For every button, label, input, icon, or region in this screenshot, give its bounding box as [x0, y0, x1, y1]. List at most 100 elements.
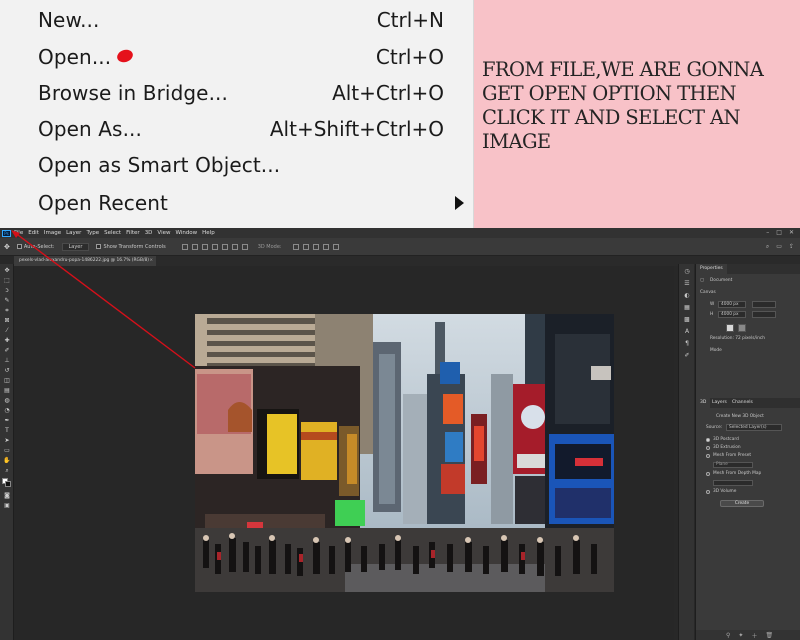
menu-item-open-as[interactable]: Open As... Alt+Shift+Ctrl+O [0, 111, 474, 147]
3d-scale-icon[interactable] [332, 243, 339, 250]
portrait-orientation-icon[interactable] [726, 324, 734, 332]
menu-item-open-as-smart-object[interactable]: Open as Smart Object... [0, 147, 474, 183]
hand-icon[interactable]: ✋ [3, 457, 11, 464]
adjustments-icon[interactable]: ◐ [683, 292, 691, 299]
brush-icon[interactable]: ✐ [3, 347, 11, 354]
light-icon[interactable]: ✦ [738, 632, 743, 639]
history-icon[interactable]: ◷ [683, 268, 691, 275]
close-tab-icon[interactable]: × [149, 256, 153, 266]
menu-select[interactable]: Select [104, 230, 121, 236]
canvas-image[interactable] [195, 314, 614, 592]
pen-icon[interactable]: ✒ [3, 417, 11, 424]
document-icon: ▢ [700, 278, 705, 283]
align-middle-icon[interactable] [221, 243, 228, 250]
eyedropper-icon[interactable]: ⁄ [3, 327, 11, 334]
tab-properties[interactable]: Properties [696, 264, 727, 274]
quick-select-icon[interactable]: ✎ [3, 297, 11, 304]
landscape-orientation-icon[interactable] [738, 324, 746, 332]
background-color-swatch[interactable] [5, 481, 11, 487]
search-icon[interactable]: ⌕ [766, 243, 769, 251]
radio-mesh-from-preset[interactable] [706, 454, 710, 458]
menu-edit[interactable]: Edit [28, 230, 39, 236]
menu-filter[interactable]: Filter [126, 230, 140, 236]
properties-icon[interactable]: ☰ [683, 280, 691, 287]
menu-window[interactable]: Window [175, 230, 197, 236]
menu-help[interactable]: Help [202, 230, 215, 236]
preset-dropdown[interactable]: Plane [713, 462, 753, 468]
maximize-icon[interactable]: □ [776, 229, 782, 236]
menu-item-open[interactable]: Open... Ctrl+O [0, 39, 474, 75]
close-icon[interactable]: ✕ [789, 229, 794, 236]
layer-dropdown[interactable]: Layer [61, 242, 90, 251]
create-button[interactable]: Create [720, 500, 764, 507]
3d-roll-icon[interactable] [302, 243, 309, 250]
menu-image[interactable]: Image [44, 230, 61, 236]
menu-layer[interactable]: Layer [66, 230, 81, 236]
lasso-icon[interactable]: ↄ [3, 287, 11, 294]
dodge-icon[interactable]: ◔ [3, 407, 11, 414]
blur-icon[interactable]: ◍ [3, 397, 11, 404]
menu-3d[interactable]: 3D [145, 230, 153, 236]
type-icon[interactable]: T [3, 427, 11, 434]
distribute-icon[interactable] [241, 243, 248, 250]
document-tab[interactable]: pexels-vlad-alexandru-popa-1486222.jpg @… [14, 256, 156, 266]
path-select-icon[interactable]: ➤ [3, 437, 11, 444]
menu-item-label: Open As... [38, 117, 142, 141]
source-dropdown[interactable]: Selected Layer(s) [726, 424, 782, 431]
gradient-icon[interactable]: ▤ [3, 387, 11, 394]
new-item-icon[interactable]: ＋ [751, 631, 757, 640]
paragraph-icon[interactable]: ¶ [683, 340, 691, 347]
character-icon[interactable]: A [683, 328, 691, 335]
libraries-icon[interactable]: ▦ [683, 304, 691, 311]
crop-icon[interactable]: ⌗ [3, 307, 11, 314]
menu-item-label: Open... [38, 45, 112, 69]
eraser-icon[interactable]: ◫ [3, 377, 11, 384]
3d-orbit-icon[interactable] [292, 243, 299, 250]
rectangle-icon[interactable]: ▭ [3, 447, 11, 454]
3d-slide-icon[interactable] [322, 243, 329, 250]
align-right-icon[interactable] [201, 243, 208, 250]
menu-item-browse-in-bridge[interactable]: Browse in Bridge... Alt+Ctrl+O [0, 75, 474, 111]
depth-map-dropdown[interactable] [713, 480, 753, 486]
brushes-icon[interactable]: ✐ [683, 352, 691, 359]
minimize-icon[interactable]: – [766, 229, 769, 236]
marquee-icon[interactable]: ⬚ [3, 277, 11, 284]
show-transform-controls-checkbox[interactable]: Show Transform Controls [96, 243, 166, 250]
radio-3d-postcard[interactable] [706, 438, 710, 442]
height-field[interactable]: 4000 px [718, 311, 746, 318]
radio-3d-volume[interactable] [706, 490, 710, 494]
clone-stamp-icon[interactable]: ⊥ [3, 357, 11, 364]
align-center-icon[interactable] [191, 243, 198, 250]
quick-mask-icon[interactable]: ◙ [3, 492, 11, 499]
radio-mesh-from-depth-map[interactable] [706, 472, 710, 476]
width-field[interactable]: 4000 px [718, 301, 746, 308]
move-icon[interactable]: ✥ [3, 267, 11, 274]
menu-file[interactable]: File [14, 230, 23, 236]
share-icon[interactable]: ⇪ [789, 243, 794, 251]
healing-icon[interactable]: ✚ [3, 337, 11, 344]
delete-icon[interactable]: 🗑 [765, 632, 773, 639]
filter-icon[interactable]: ⚲ [726, 632, 730, 639]
x-field[interactable] [752, 301, 776, 308]
resolution-text: Resolution: 72 pixels/inch [710, 336, 765, 341]
menu-view[interactable]: View [157, 230, 170, 236]
align-bottom-icon[interactable] [231, 243, 238, 250]
3d-pan-icon[interactable] [312, 243, 319, 250]
swatches-icon[interactable]: ▩ [683, 316, 691, 323]
tab-channels[interactable]: Channels [728, 398, 757, 408]
align-left-icon[interactable] [181, 243, 188, 250]
workspace-icon[interactable]: ▭ [776, 243, 782, 251]
menu-item-new[interactable]: New... Ctrl+N [0, 2, 474, 38]
screen-mode-icon[interactable]: ▣ [3, 502, 11, 509]
y-field[interactable] [752, 311, 776, 318]
transform-controls-label: Show Transform Controls [103, 243, 166, 250]
auto-select-checkbox[interactable]: Auto-Select: [16, 244, 55, 250]
history-brush-icon[interactable]: ↺ [3, 367, 11, 374]
menu-type[interactable]: Type [86, 230, 99, 236]
menu-item-open-recent[interactable]: Open Recent [0, 185, 474, 221]
frame-icon[interactable]: ⊠ [3, 317, 11, 324]
move-tool-preset-icon[interactable]: ✥ [4, 243, 10, 251]
radio-3d-extrusion[interactable] [706, 446, 710, 450]
zoom-icon[interactable]: ⌕ [3, 467, 11, 474]
align-top-icon[interactable] [211, 243, 218, 250]
